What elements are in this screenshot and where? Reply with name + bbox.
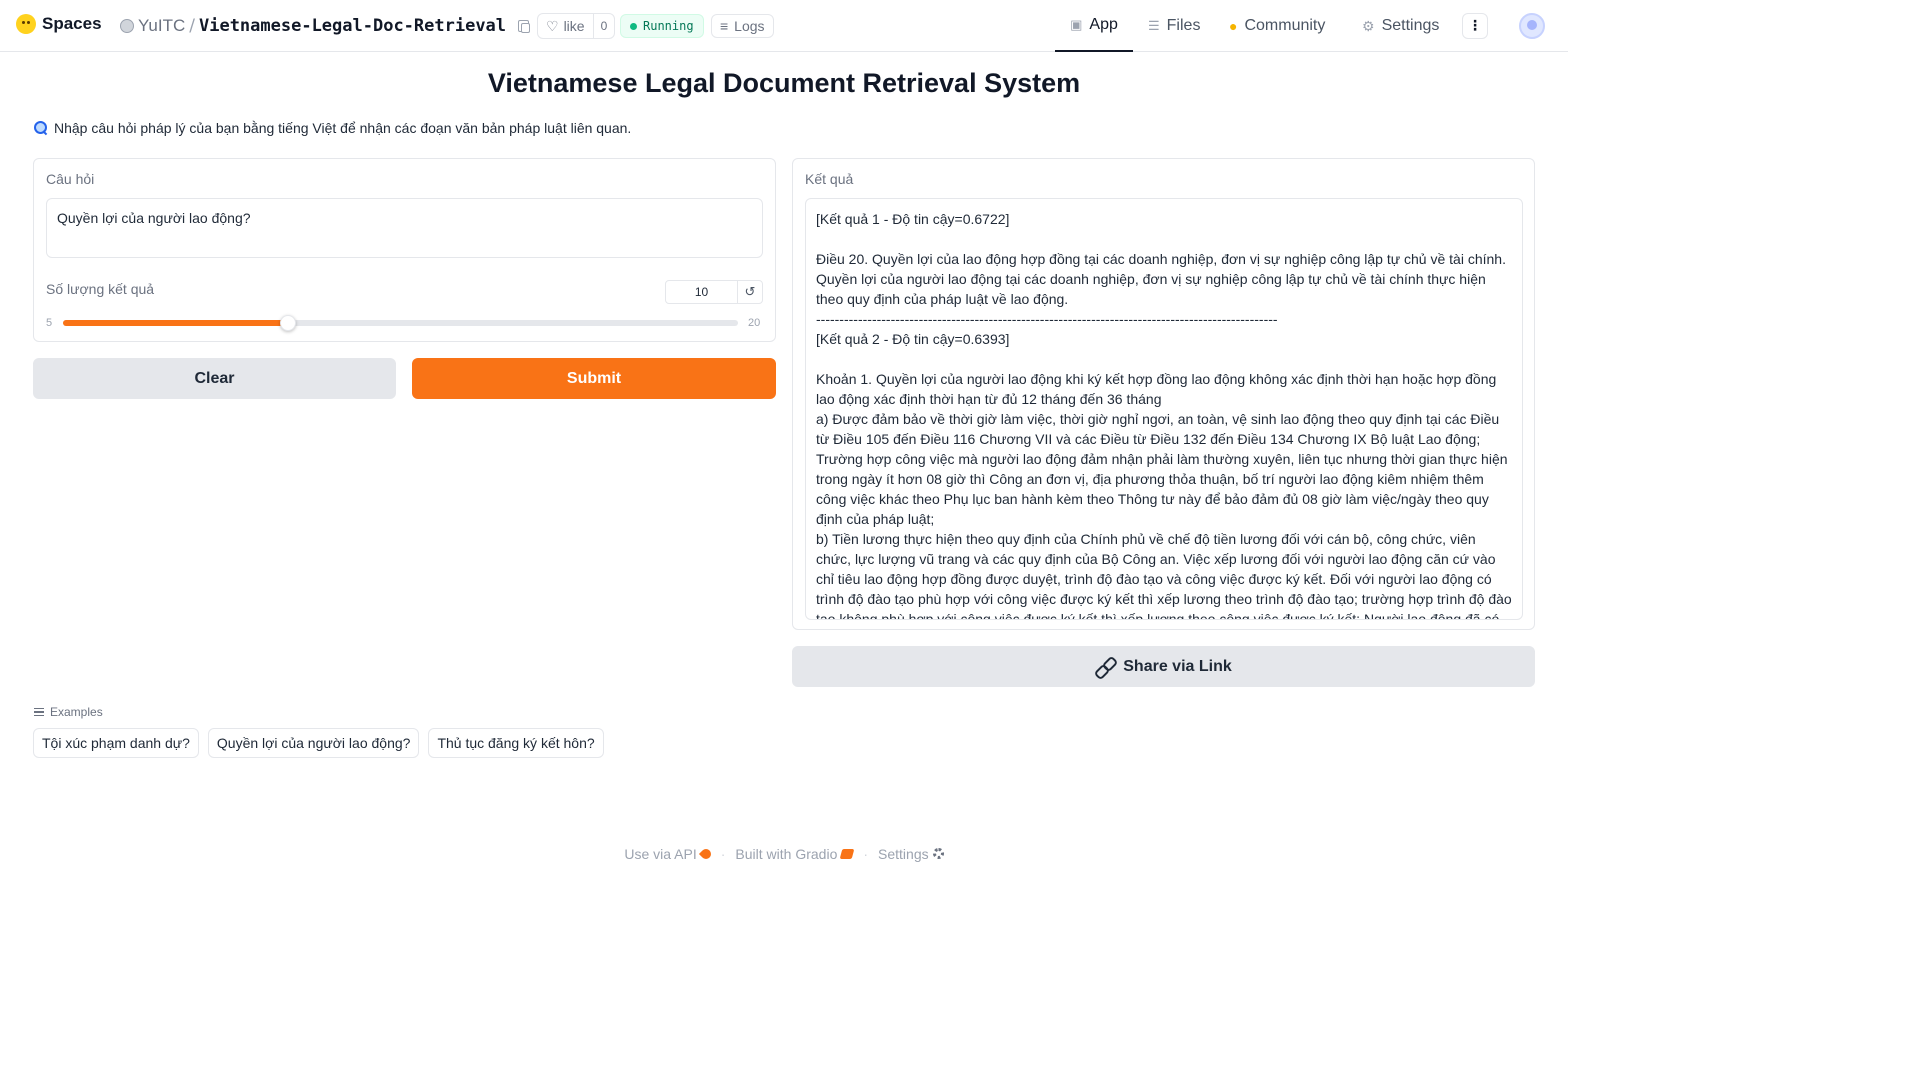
spaces-brand-label: Spaces (42, 14, 102, 33)
user-avatar[interactable] (1519, 13, 1545, 39)
hugging-face-logo-icon (16, 14, 36, 34)
repo-name-link[interactable]: Vietnamese-Legal-Doc-Retrieval (199, 16, 506, 36)
built-with-gradio-label: Built with Gradio (735, 846, 838, 862)
logs-label: Logs (734, 18, 765, 34)
slider-thumb[interactable] (279, 315, 296, 331)
num-results-value[interactable]: 10 (666, 281, 738, 303)
example-item[interactable]: Thủ tục đăng ký kết hôn? (428, 728, 604, 758)
examples-list: Tội xúc phạm danh dự? Quyền lợi của ngườ… (33, 728, 604, 758)
cube-icon: ▣ (1070, 17, 1083, 32)
num-results-number-input[interactable]: 10 ↺ (665, 280, 763, 304)
reset-icon[interactable]: ↺ (738, 281, 762, 303)
clear-button[interactable]: Clear (33, 358, 396, 399)
spaces-home-link[interactable]: Spaces (16, 14, 102, 34)
magnifier-icon (34, 121, 48, 135)
app-description-text: Nhập câu hỏi pháp lý của bạn bằng tiếng … (54, 120, 632, 136)
tab-community[interactable]: ● Community (1229, 0, 1325, 52)
example-item[interactable]: Tội xúc phạm danh dự? (33, 728, 199, 758)
status-label: Running (643, 19, 694, 33)
rocket-icon (698, 846, 713, 862)
tab-community-label: Community (1244, 17, 1326, 34)
num-results-label: Số lượng kết quả (46, 281, 155, 297)
footer-separator: · (720, 846, 726, 862)
tab-files-label: Files (1166, 17, 1201, 34)
footer-settings-label: Settings (878, 846, 929, 862)
space-header: Spaces YuITC / Vietnamese-Legal-Doc-Retr… (0, 0, 1568, 52)
output-label: Kết quả (805, 171, 854, 187)
examples-label: Examples (50, 705, 103, 719)
share-via-link-button[interactable]: Share via Link (792, 646, 1535, 687)
heart-icon: ♡ (546, 17, 559, 34)
owner-link[interactable]: YuITC (138, 16, 185, 36)
tab-app-label: App (1089, 16, 1118, 33)
gear-icon: ⚙ (1362, 17, 1375, 34)
question-input[interactable]: Quyền lợi của người lao động? (46, 198, 763, 258)
tab-files[interactable]: ☰ Files (1148, 0, 1200, 52)
files-icon: ☰ (1148, 18, 1160, 33)
owner-avatar (120, 19, 134, 33)
breadcrumb-separator: / (189, 16, 195, 36)
like-count: 0 (600, 19, 608, 33)
app-description: Nhập câu hỏi pháp lý của bạn bằng tiếng … (34, 120, 631, 136)
question-label: Câu hỏi (46, 171, 95, 187)
output-panel: Kết quả [Kết quả 1 - Độ tin cậy=0.6722] … (792, 158, 1535, 630)
link-icon (1095, 657, 1115, 677)
list-icon (34, 708, 44, 716)
slider-min-label: 5 (46, 317, 53, 329)
kebab-icon: ⋮ (1468, 18, 1482, 34)
page-title: Vietnamese Legal Document Retrieval Syst… (487, 68, 1081, 98)
like-button[interactable]: ♡ like 0 (537, 13, 616, 39)
use-via-api-link[interactable]: Use via API (624, 846, 713, 862)
logs-button[interactable]: ≡ Logs (711, 14, 774, 38)
tab-app[interactable]: ▣ App (1055, 0, 1133, 52)
built-with-gradio-link[interactable]: Built with Gradio (735, 846, 855, 862)
gear-icon (932, 848, 944, 859)
use-via-api-label: Use via API (624, 846, 697, 862)
footer: Use via API · Built with Gradio · Settin… (0, 846, 1568, 862)
tab-settings[interactable]: ⚙ Settings (1362, 0, 1439, 52)
gradio-logo-icon (840, 849, 855, 859)
output-textbox[interactable]: [Kết quả 1 - Độ tin cậy=0.6722] Điều 20.… (805, 198, 1523, 620)
copy-icon[interactable] (518, 20, 531, 33)
repo-breadcrumb: YuITC / Vietnamese-Legal-Doc-Retrieval (120, 14, 531, 38)
tab-settings-label: Settings (1381, 17, 1440, 34)
example-item[interactable]: Quyền lợi của người lao động? (207, 728, 420, 758)
more-options-button[interactable]: ⋮ (1462, 13, 1488, 39)
footer-separator: · (863, 846, 869, 862)
status-badge[interactable]: Running (620, 14, 704, 38)
share-label: Share via Link (1123, 657, 1232, 675)
slider-fill (63, 320, 288, 326)
footer-settings-link[interactable]: Settings (878, 846, 944, 862)
like-label: like (563, 18, 585, 34)
submit-button[interactable]: Submit (412, 358, 776, 399)
community-icon: ● (1229, 18, 1238, 34)
status-dot-icon (630, 22, 637, 30)
input-panel: Câu hỏi Quyền lợi của người lao động? Số… (33, 158, 776, 342)
slider-max-label: 20 (748, 317, 761, 329)
num-results-slider[interactable] (63, 315, 738, 331)
examples-header: Examples (34, 705, 103, 719)
logs-icon: ≡ (720, 18, 729, 34)
